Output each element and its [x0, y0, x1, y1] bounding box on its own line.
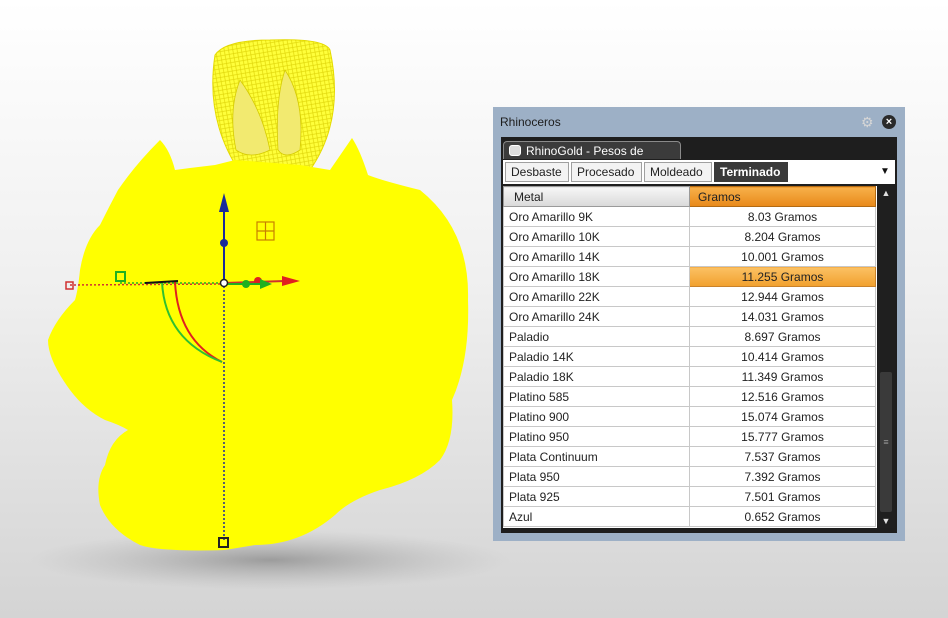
gramos-cell[interactable]: 7.537 Gramos [689, 446, 876, 467]
tab-bar: Desbaste Procesado Moldeado Terminado ▼ [503, 160, 895, 184]
gramos-cell[interactable]: 8.03 Gramos [689, 206, 876, 227]
vertical-scrollbar[interactable]: ▲ ≡ ▼ [877, 186, 895, 528]
table-row[interactable]: Paladio 14K 10.414 Gramos [503, 346, 876, 367]
column-header-gramos[interactable]: Gramos [689, 186, 876, 207]
gramos-cell[interactable]: 14.031 Gramos [689, 306, 876, 327]
metal-cell[interactable]: Platino 950 [503, 426, 690, 447]
table-row[interactable]: Oro Amarillo 22K 12.944 Gramos [503, 286, 876, 307]
metal-cell[interactable]: Azul [503, 506, 690, 527]
gear-icon[interactable]: ⚙ [861, 115, 875, 129]
column-header-metal[interactable]: Metal [503, 186, 690, 207]
table-row[interactable]: Oro Amarillo 14K 10.001 Gramos [503, 246, 876, 267]
gramos-cell[interactable]: 15.777 Gramos [689, 426, 876, 447]
table-row[interactable]: Plata 925 7.501 Gramos [503, 486, 876, 507]
gramos-cell[interactable]: 11.349 Gramos [689, 366, 876, 387]
metal-cell[interactable]: Oro Amarillo 10K [503, 226, 690, 247]
metal-cell[interactable]: Platino 900 [503, 406, 690, 427]
metal-weights-table: Metal Gramos Oro Amarillo 9K 8.03 Gramos O… [503, 186, 876, 527]
table-row[interactable]: Plata 950 7.392 Gramos [503, 466, 876, 487]
gramos-cell[interactable]: 8.204 Gramos [689, 226, 876, 247]
table-row[interactable]: Oro Amarillo 24K 14.031 Gramos [503, 306, 876, 327]
scroll-up-icon[interactable]: ▲ [877, 186, 895, 200]
bail-mesh[interactable] [212, 39, 335, 173]
metal-cell[interactable]: Paladio [503, 326, 690, 347]
gumball-origin[interactable] [219, 278, 229, 288]
table-row[interactable]: Azul 0.652 Gramos [503, 506, 876, 527]
gumball-z-dot[interactable] [220, 239, 228, 247]
metal-cell[interactable]: Plata Continuum [503, 446, 690, 467]
metal-cell[interactable]: Plata 950 [503, 466, 690, 487]
gramos-cell[interactable]: 11.255 Gramos [689, 266, 876, 287]
metal-weights-grid: Metal Gramos Oro Amarillo 9K 8.03 Gramos O… [503, 186, 895, 528]
metal-cell[interactable]: Oro Amarillo 24K [503, 306, 690, 327]
metal-cell[interactable]: Platino 585 [503, 386, 690, 407]
table-row[interactable]: Platino 585 12.516 Gramos [503, 386, 876, 407]
metal-cell[interactable]: Oro Amarillo 14K [503, 246, 690, 267]
table-row[interactable]: Plata Continuum 7.537 Gramos [503, 446, 876, 467]
gramos-cell[interactable]: 8.697 Gramos [689, 326, 876, 347]
chevron-down-icon[interactable]: ▼ [878, 164, 892, 180]
gramos-cell[interactable]: 7.501 Gramos [689, 486, 876, 507]
gramos-cell[interactable]: 12.516 Gramos [689, 386, 876, 407]
panel-title: Rhinoceros [500, 115, 561, 129]
tab-terminado[interactable]: Terminado [714, 162, 788, 182]
gramos-cell[interactable]: 15.074 Gramos [689, 406, 876, 427]
metal-cell[interactable]: Oro Amarillo 9K [503, 206, 690, 227]
plugin-tab-rhinogold[interactable]: RhinoGold - Pesos de metales [503, 141, 681, 176]
metal-cell[interactable]: Oro Amarillo 18K [503, 266, 690, 287]
table-row[interactable]: Platino 900 15.074 Gramos [503, 406, 876, 427]
table-row[interactable]: Oro Amarillo 18K 11.255 Gramos [503, 266, 876, 287]
panel-body: RhinoGold - Pesos de metales Desbaste Pr… [501, 137, 897, 533]
table-row[interactable]: Oro Amarillo 10K 8.204 Gramos [503, 226, 876, 247]
gramos-cell[interactable]: 10.414 Gramos [689, 346, 876, 367]
table-row[interactable]: Platino 950 15.777 Gramos [503, 426, 876, 447]
tab-desbaste[interactable]: Desbaste [505, 162, 569, 182]
table-row[interactable]: Paladio 18K 11.349 Gramos [503, 366, 876, 387]
metal-cell[interactable]: Plata 925 [503, 486, 690, 507]
metal-cell[interactable]: Paladio 18K [503, 366, 690, 387]
metal-cell[interactable]: Oro Amarillo 22K [503, 286, 690, 307]
rhino-icon [509, 145, 521, 156]
table-row[interactable]: Paladio 8.697 Gramos [503, 326, 876, 347]
scrollbar-thumb[interactable]: ≡ [880, 372, 892, 512]
gramos-cell[interactable]: 12.944 Gramos [689, 286, 876, 307]
pendant-model[interactable] [48, 138, 469, 551]
tab-procesado[interactable]: Procesado [571, 162, 642, 182]
gramos-cell[interactable]: 7.392 Gramos [689, 466, 876, 487]
gramos-cell[interactable]: 0.652 Gramos [689, 506, 876, 527]
table-header-row: Metal Gramos [503, 186, 876, 207]
metal-cell[interactable]: Paladio 14K [503, 346, 690, 367]
gramos-cell[interactable]: 10.001 Gramos [689, 246, 876, 267]
rhinoceros-panel: Rhinoceros ⚙ × RhinoGold - Pesos de meta… [493, 107, 905, 541]
scroll-down-icon[interactable]: ▼ [877, 514, 895, 528]
close-icon[interactable]: × [882, 115, 896, 129]
tab-moldeado[interactable]: Moldeado [644, 162, 712, 182]
table-row[interactable]: Oro Amarillo 9K 8.03 Gramos [503, 206, 876, 227]
